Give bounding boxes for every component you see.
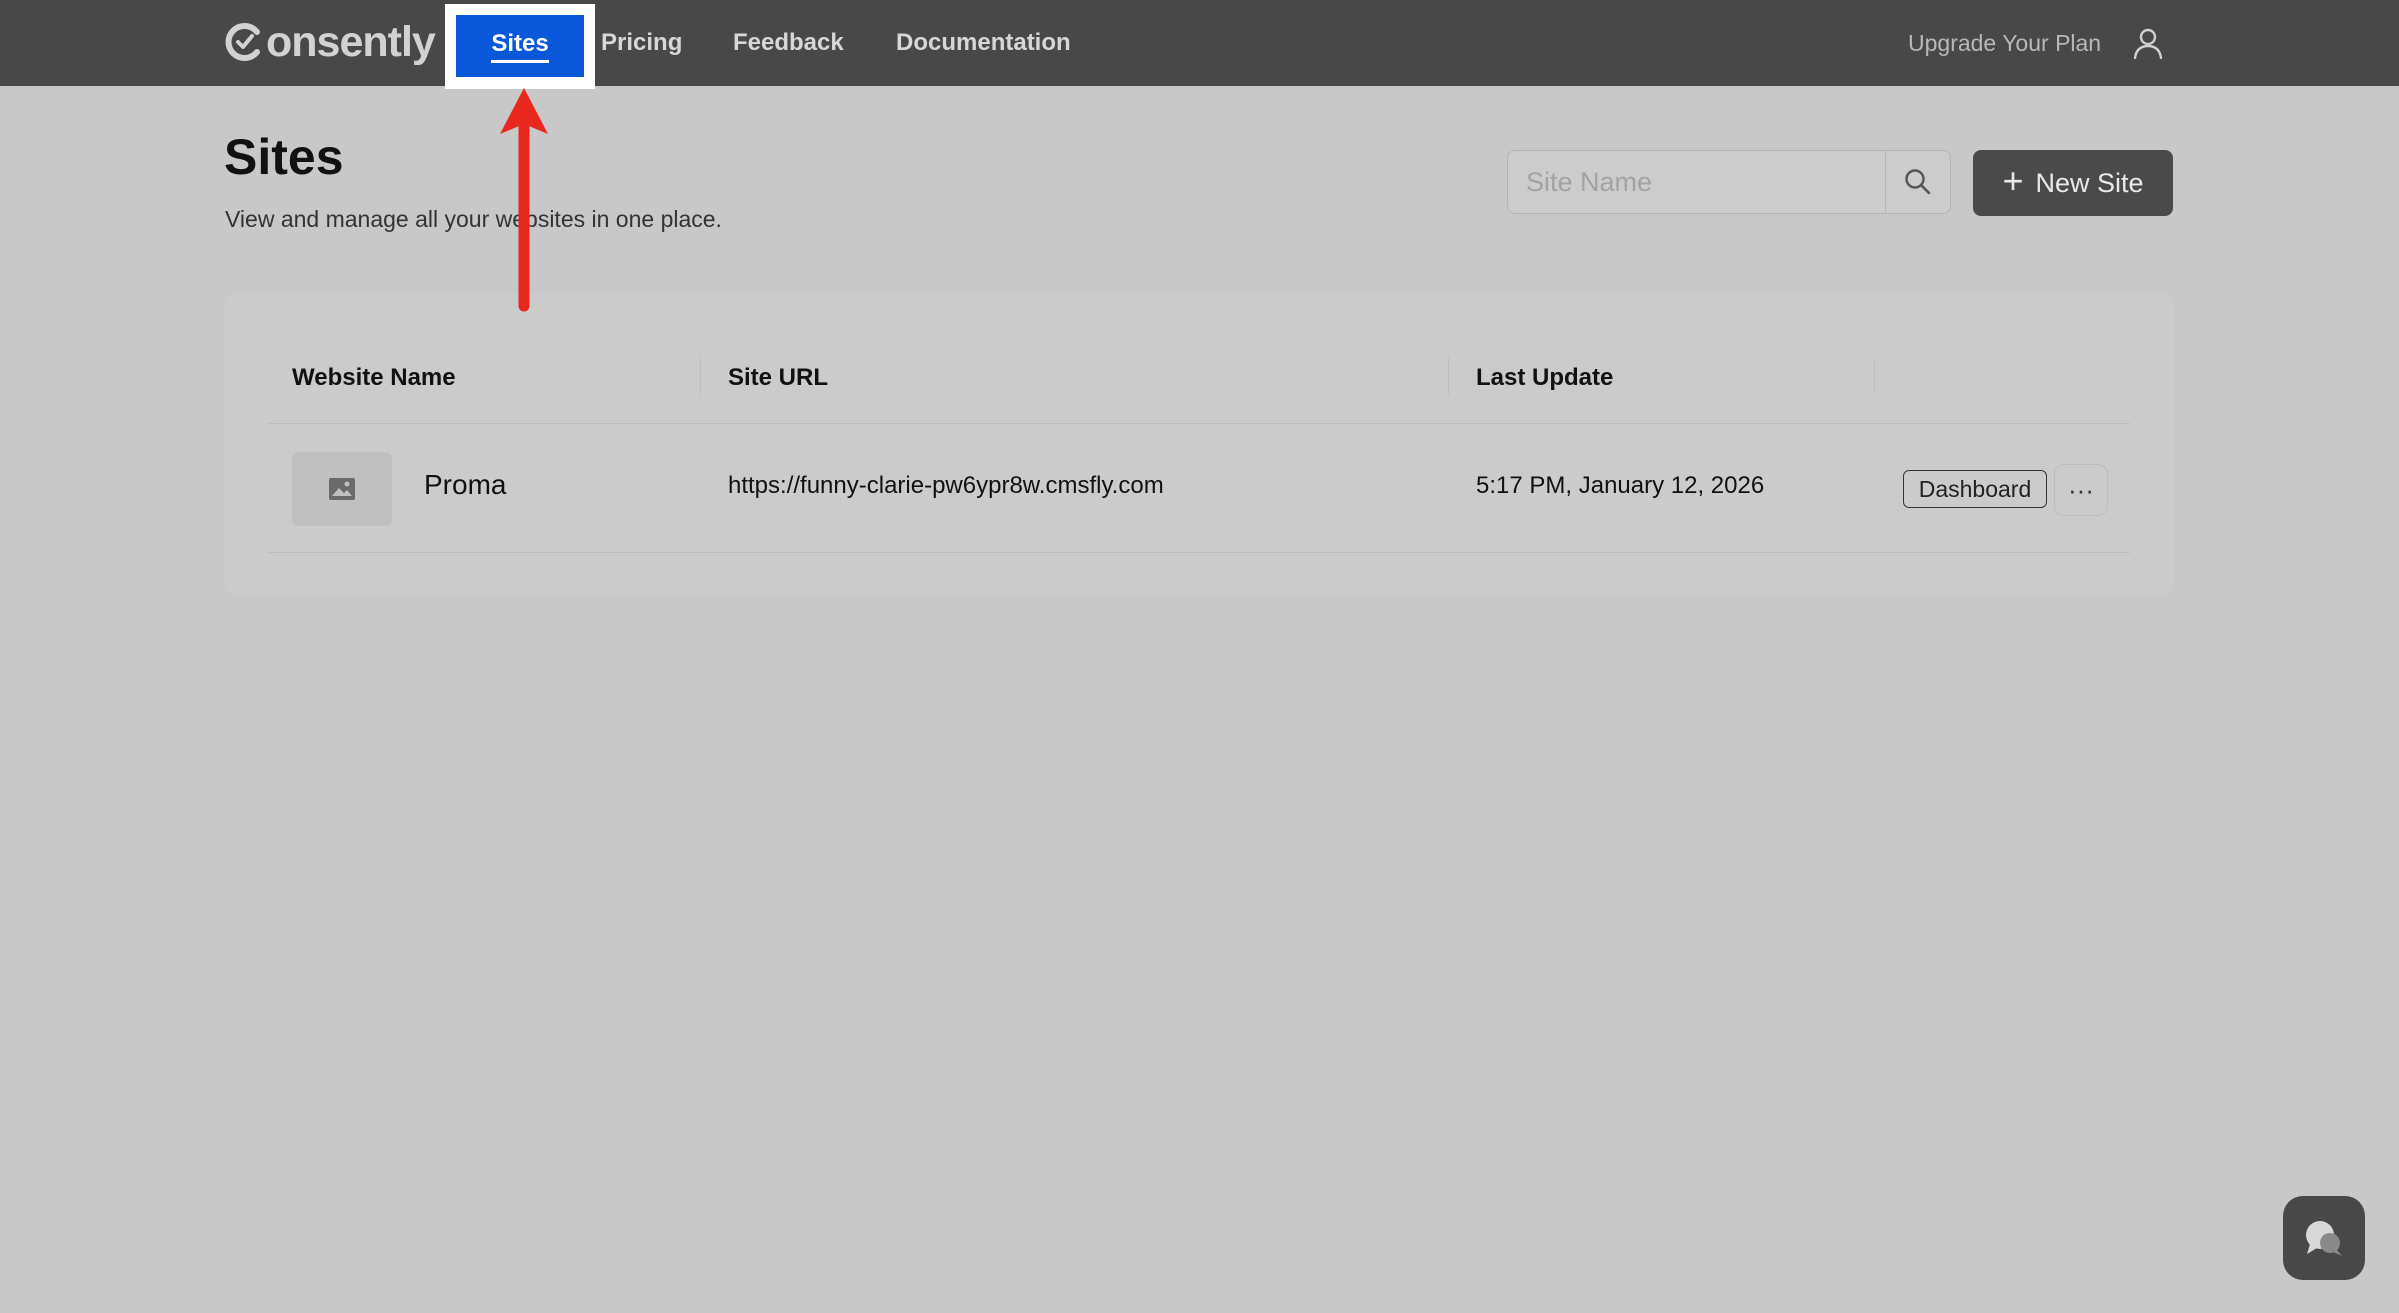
site-search-input[interactable] (1508, 151, 1885, 213)
top-nav-bar: onsently Sites Pricing Feedback Document… (0, 0, 2399, 89)
new-site-label: New Site (2035, 167, 2144, 198)
row-divider (268, 552, 2130, 553)
column-divider (700, 358, 701, 394)
dashboard-button[interactable]: Dashboard (1903, 470, 2047, 508)
site-last-update: 5:17 PM, January 12, 2026 (1476, 472, 1765, 499)
column-divider (1874, 358, 1875, 394)
nav-item-feedback[interactable]: Feedback (733, 26, 844, 60)
logo-mark-icon (225, 23, 260, 61)
nav-item-sites-label: Sites (491, 30, 549, 63)
nav-item-sites[interactable]: Sites (456, 15, 584, 77)
annotation-arrow-icon (500, 88, 548, 312)
site-url[interactable]: https://funny-clarie-pw6ypr8w.cmsfly.com (728, 472, 1164, 500)
ellipsis-icon: ··· (2068, 474, 2094, 505)
site-search-box (1507, 150, 1951, 214)
page-title: Sites (224, 129, 344, 185)
logo-text: onsently (266, 17, 436, 66)
plus-icon: + (2002, 160, 2024, 201)
new-site-button[interactable]: + New Site (1973, 150, 2173, 216)
more-options-button[interactable]: ··· (2054, 464, 2108, 516)
site-thumbnail (292, 452, 392, 526)
image-placeholder-icon (329, 478, 355, 500)
nav-item-pricing[interactable]: Pricing (601, 26, 682, 60)
column-header-last-update: Last Update (1476, 364, 1614, 391)
header-divider (268, 423, 2130, 424)
upgrade-plan-link[interactable]: Upgrade Your Plan (1908, 26, 2101, 60)
nav-item-documentation[interactable]: Documentation (896, 26, 1071, 60)
column-header-site-url: Site URL (728, 364, 829, 391)
consently-logo[interactable]: onsently (224, 14, 436, 70)
chat-bubble-icon (2306, 1221, 2342, 1256)
page-subtitle: View and manage all your websites in one… (225, 206, 722, 232)
sites-table-card: Website Name Site URL Last Update Proma … (224, 294, 2174, 594)
user-icon[interactable] (2132, 27, 2164, 59)
chat-support-button[interactable] (2283, 1196, 2365, 1280)
column-divider (1448, 358, 1449, 394)
column-header-website-name: Website Name (292, 364, 456, 391)
search-button[interactable] (1885, 151, 1950, 213)
search-icon (1905, 169, 1931, 195)
site-name[interactable]: Proma (424, 469, 506, 501)
